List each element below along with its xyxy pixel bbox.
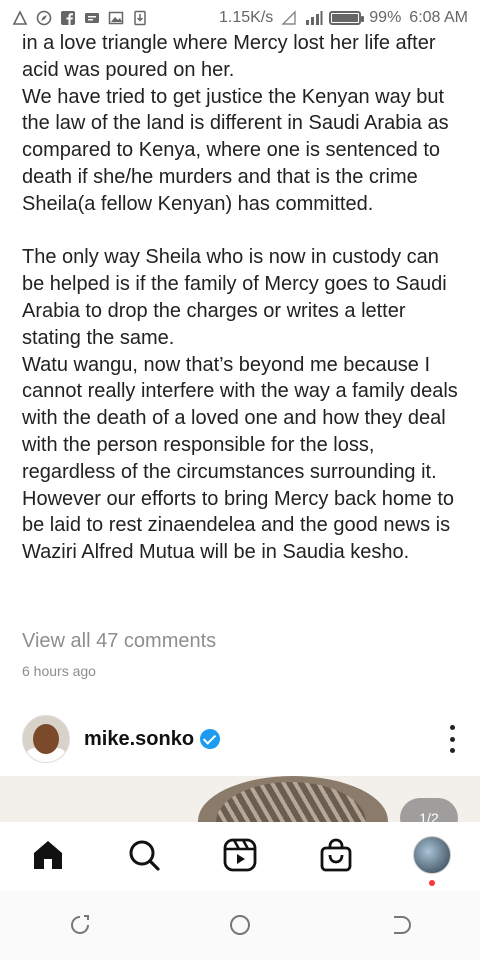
message-icon: [84, 10, 100, 26]
home-button[interactable]: [220, 905, 260, 945]
verified-badge-icon: [200, 729, 221, 749]
recents-button[interactable]: [60, 905, 100, 945]
battery-icon: [329, 11, 365, 25]
bottom-tab-bar: [0, 822, 480, 888]
system-nav-bar: [0, 890, 480, 960]
search-tab[interactable]: [120, 831, 168, 879]
reels-tab[interactable]: [216, 831, 264, 879]
image-icon: [108, 10, 124, 26]
facebook-icon: [60, 10, 76, 26]
battery-percent: 99%: [369, 9, 402, 26]
more-options-icon[interactable]: [442, 725, 462, 753]
photo-content: [198, 776, 388, 822]
profile-avatar: [413, 836, 451, 874]
profile-tab[interactable]: [408, 831, 456, 879]
post-caption: in a love triangle where Mercy lost her …: [22, 30, 462, 566]
clock: 6:08 AM: [409, 9, 468, 26]
shop-tab[interactable]: [312, 831, 360, 879]
status-icons-right: 1.15K/s 99% 6:08 AM: [219, 9, 480, 27]
view-comments-link[interactable]: View all 47 comments: [22, 630, 216, 653]
caption-paragraph-2: The only way Sheila who is now in custod…: [22, 246, 458, 564]
post-timestamp: 6 hours ago: [22, 663, 96, 679]
username[interactable]: mike.sonko: [84, 728, 194, 751]
download-icon: [132, 10, 148, 26]
post-header: mike.sonko: [22, 715, 462, 763]
search-icon: [129, 840, 160, 871]
alert-icon: [12, 10, 28, 26]
home-icon: [34, 841, 62, 869]
network-speed: 1.15K/s: [219, 9, 274, 26]
reels-icon: [223, 838, 257, 872]
home-circle-icon: [230, 915, 250, 935]
shop-icon: [320, 838, 352, 872]
home-tab[interactable]: [24, 831, 72, 879]
browser-icon: [36, 10, 52, 26]
caption-paragraph-1: in a love triangle where Mercy lost her …: [22, 32, 449, 215]
battery-fill: [332, 14, 358, 22]
notification-dot: [429, 880, 435, 886]
recents-icon: [71, 915, 89, 934]
status-icons-left: [0, 10, 148, 26]
avatar[interactable]: [22, 715, 70, 763]
signal-icon: [305, 10, 323, 26]
mute-icon: [281, 10, 297, 26]
back-button[interactable]: [380, 905, 420, 945]
back-icon: [394, 916, 411, 934]
